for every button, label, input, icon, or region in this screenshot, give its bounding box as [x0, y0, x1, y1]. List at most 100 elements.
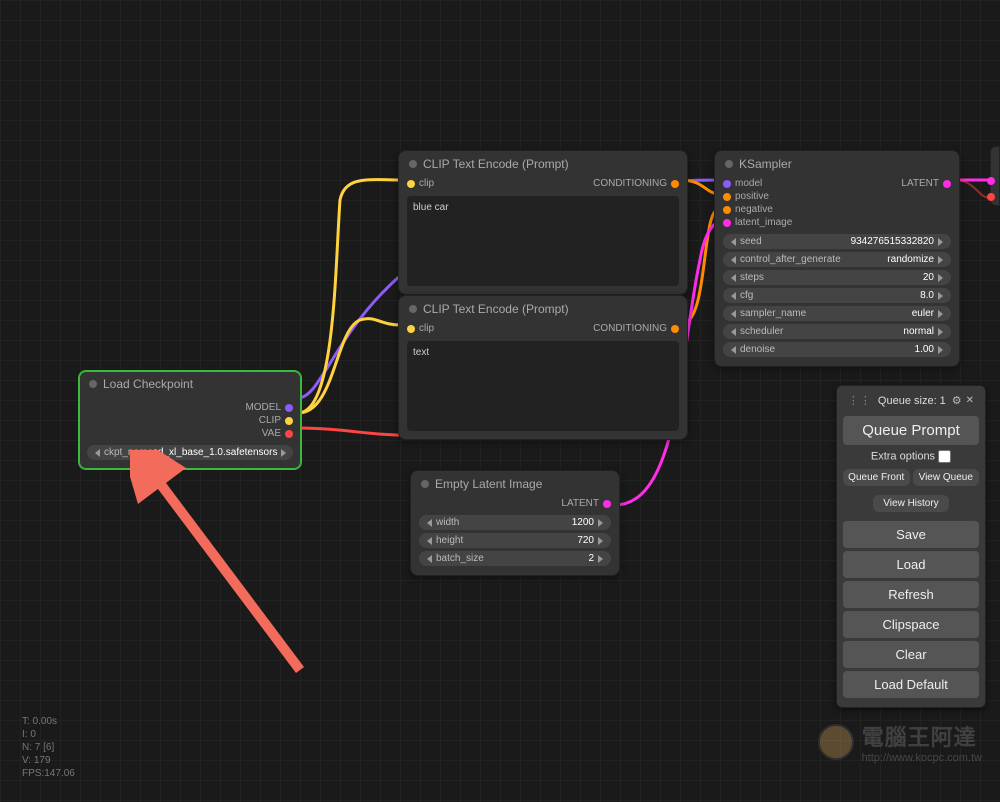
cfg-widget[interactable]: cfg8.0	[723, 288, 951, 303]
height-widget[interactable]: height720	[419, 533, 611, 548]
clipspace-button[interactable]: Clipspace	[843, 611, 979, 638]
title-text: KSampler	[739, 157, 792, 171]
extra-options-label: Extra options	[871, 450, 935, 462]
port-icon[interactable]	[407, 180, 415, 188]
chevron-right-icon[interactable]	[938, 346, 943, 354]
widget-value: 8.0	[920, 290, 934, 301]
stat-v: V: 179	[22, 754, 75, 767]
port-icon[interactable]	[723, 219, 731, 227]
chevron-left-icon[interactable]	[731, 238, 736, 246]
widget-value: 1.00	[915, 344, 934, 355]
node-clip-text-encode-1[interactable]: CLIP Text Encode (Prompt) clip CONDITION…	[398, 150, 688, 295]
collapse-dot-icon[interactable]	[725, 160, 733, 168]
port-icon[interactable]	[671, 325, 679, 333]
port-icon[interactable]	[723, 193, 731, 201]
port-icon[interactable]	[285, 404, 293, 412]
widget-label: cfg	[740, 290, 920, 301]
node-title: KSampler	[715, 151, 959, 175]
seed-widget[interactable]: seed934276515332820	[723, 234, 951, 249]
output-clip: CLIP	[259, 415, 281, 426]
chevron-left-icon[interactable]	[731, 328, 736, 336]
gear-icon[interactable]	[952, 394, 962, 407]
save-button[interactable]: Save	[843, 521, 979, 548]
chevron-left-icon[interactable]	[95, 449, 100, 457]
queue-size-label: Queue size: 1	[878, 395, 946, 407]
port-icon[interactable]	[671, 180, 679, 188]
widget-value: 934276515332820	[851, 236, 934, 247]
batch-size-widget[interactable]: batch_size2	[419, 551, 611, 566]
view-queue-button[interactable]: View Queue	[913, 469, 980, 486]
port-icon[interactable]	[603, 500, 611, 508]
queue-prompt-button[interactable]: Queue Prompt	[843, 416, 979, 445]
chevron-left-icon[interactable]	[731, 256, 736, 264]
prompt-textarea[interactable]: blue car	[407, 196, 679, 286]
load-default-button[interactable]: Load Default	[843, 671, 979, 698]
chevron-left-icon[interactable]	[427, 519, 432, 527]
chevron-left-icon[interactable]	[427, 537, 432, 545]
refresh-button[interactable]: Refresh	[843, 581, 979, 608]
prompt-textarea[interactable]: text	[407, 341, 679, 431]
chevron-right-icon[interactable]	[598, 555, 603, 563]
collapse-dot-icon[interactable]	[421, 480, 429, 488]
port-icon[interactable]	[285, 430, 293, 438]
denoise-widget[interactable]: denoise1.00	[723, 342, 951, 357]
queue-front-button[interactable]: Queue Front	[843, 469, 910, 486]
node-ksampler[interactable]: KSampler model positive negative latent_…	[714, 150, 960, 367]
watermark-url: http://www.kocpc.com.tw	[862, 752, 982, 764]
chevron-right-icon[interactable]	[938, 310, 943, 318]
node-title: Load Checkpoint	[79, 371, 301, 395]
chevron-left-icon[interactable]	[731, 292, 736, 300]
node-empty-latent-image[interactable]: Empty Latent Image LATENT width1200 heig…	[410, 470, 620, 576]
chevron-right-icon[interactable]	[938, 328, 943, 336]
port-icon[interactable]	[407, 325, 415, 333]
drag-handle-icon[interactable]: ⋮⋮	[848, 394, 872, 407]
collapse-dot-icon[interactable]	[409, 305, 417, 313]
chevron-right-icon[interactable]	[598, 519, 603, 527]
widget-label: control_after_generate	[740, 254, 887, 265]
node-graph-canvas[interactable]: Load Checkpoint MODEL CLIP VAE ckpt_name…	[0, 0, 1000, 802]
arrow-annotation-icon	[130, 450, 380, 700]
port-icon[interactable]	[987, 193, 995, 201]
output-latent: LATENT	[561, 498, 599, 509]
port-icon[interactable]	[285, 417, 293, 425]
extra-options-toggle[interactable]: Extra options	[843, 448, 979, 466]
collapse-dot-icon[interactable]	[89, 380, 97, 388]
input-positive: positive	[735, 191, 769, 202]
port-icon[interactable]	[723, 206, 731, 214]
steps-widget[interactable]: steps20	[723, 270, 951, 285]
extra-options-checkbox[interactable]	[938, 450, 951, 463]
port-icon[interactable]	[943, 180, 951, 188]
port-icon[interactable]	[723, 180, 731, 188]
scheduler-widget[interactable]: schedulernormal	[723, 324, 951, 339]
output-latent: LATENT	[901, 178, 939, 189]
collapse-dot-icon[interactable]	[409, 160, 417, 168]
load-button[interactable]: Load	[843, 551, 979, 578]
width-widget[interactable]: width1200	[419, 515, 611, 530]
node-clip-text-encode-2[interactable]: CLIP Text Encode (Prompt) clip CONDITION…	[398, 295, 688, 440]
chevron-right-icon[interactable]	[938, 238, 943, 246]
port-icon[interactable]	[987, 177, 995, 185]
stat-i: I: 0	[22, 728, 75, 741]
chevron-right-icon[interactable]	[598, 537, 603, 545]
chevron-left-icon[interactable]	[731, 346, 736, 354]
chevron-left-icon[interactable]	[731, 274, 736, 282]
output-model: MODEL	[245, 402, 281, 413]
chevron-right-icon[interactable]	[938, 274, 943, 282]
output-vae: VAE	[262, 428, 281, 439]
view-history-button[interactable]: View History	[873, 495, 948, 512]
chevron-left-icon[interactable]	[427, 555, 432, 563]
widget-value: 20	[923, 272, 934, 283]
watermark-text: 電腦王阿達	[862, 720, 982, 752]
output-conditioning: CONDITIONING	[593, 178, 667, 189]
chevron-right-icon[interactable]	[938, 292, 943, 300]
sampler-name-widget[interactable]: sampler_nameeuler	[723, 306, 951, 321]
control-after-gen-widget[interactable]: control_after_generaterandomize	[723, 252, 951, 267]
control-panel[interactable]: ⋮⋮ Queue size: 1 Queue Prompt Extra opti…	[836, 385, 986, 708]
input-latent-image: latent_image	[735, 217, 792, 228]
input-negative: negative	[735, 204, 773, 215]
clear-button[interactable]: Clear	[843, 641, 979, 668]
close-icon[interactable]	[966, 394, 974, 407]
chevron-right-icon[interactable]	[938, 256, 943, 264]
node-partial-right[interactable]	[990, 146, 1000, 206]
chevron-left-icon[interactable]	[731, 310, 736, 318]
